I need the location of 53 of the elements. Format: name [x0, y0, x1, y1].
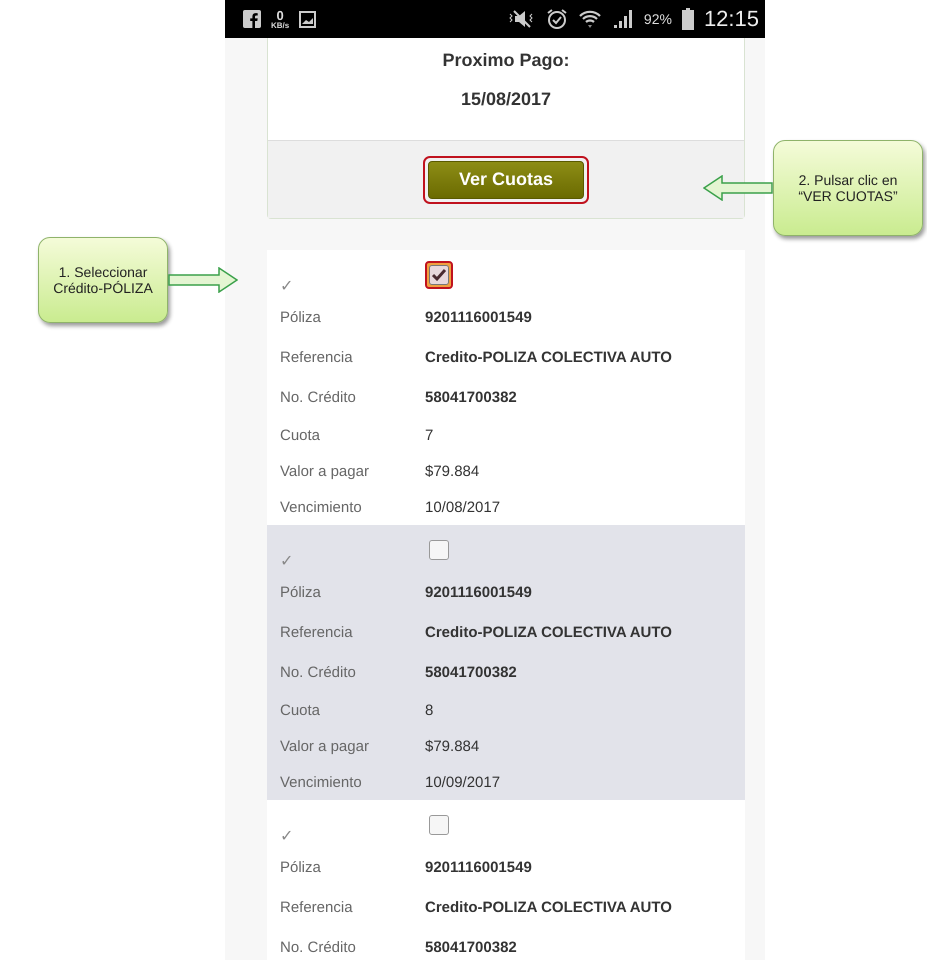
field-value: $79.884 — [425, 738, 480, 754]
field-label: No. Crédito — [280, 388, 357, 406]
field-label: Valor a pagar — [280, 738, 370, 754]
facebook-icon — [243, 10, 261, 28]
field-value: 9201116001549 — [425, 308, 533, 326]
field-label: Referencia — [280, 348, 354, 366]
field-label: No. Crédito — [280, 664, 357, 680]
wifi-icon — [578, 8, 602, 30]
field-label: Vencimiento — [280, 498, 363, 516]
check-mark: ✓ — [280, 828, 294, 846]
field-label: Póliza — [280, 308, 322, 326]
callout-note: 1. Seleccionar Crédito-PÓLIZA — [38, 237, 168, 323]
speed-unit: KB/s — [271, 22, 290, 30]
field-value: 58041700382 — [425, 388, 518, 406]
field-value: Credito-POLIZA COLECTIVA AUTO — [425, 898, 673, 916]
field-value: Credito-POLIZA COLECTIVA AUTO — [425, 348, 673, 366]
field-value: Credito-POLIZA COLECTIVA AUTO — [425, 624, 673, 640]
field-label: Póliza — [280, 858, 322, 876]
field-label: No. Crédito — [280, 938, 357, 956]
field-value: 58041700382 — [425, 664, 518, 680]
field-value: $79.884 — [425, 462, 480, 480]
field-label: Póliza — [280, 584, 322, 600]
field-value: 10/09/2017 — [425, 774, 502, 790]
field-label: Valor a pagar — [280, 462, 370, 480]
next-payment-title: Proximo Pago: — [442, 50, 570, 71]
field-value: 10/08/2017 — [425, 498, 502, 516]
field-label: Referencia — [280, 624, 354, 640]
field-value: 9201116001549 — [425, 858, 533, 876]
network-speed: 0 — [276, 8, 284, 22]
left-arrow-icon — [703, 175, 773, 201]
signal-icon — [612, 8, 634, 30]
field-value: 8 — [425, 702, 434, 718]
field-label: Referencia — [280, 898, 354, 916]
field-label: Vencimiento — [280, 774, 363, 790]
select-checkbox[interactable] — [429, 265, 449, 285]
field-value: 9201116001549 — [425, 584, 533, 600]
battery-percent: 92% — [644, 11, 672, 27]
callout-note: 2. Pulsar clic en “VER CUOTAS” — [773, 140, 923, 236]
battery-icon — [682, 8, 694, 30]
next-payment-date: 15/08/2017 — [460, 89, 552, 110]
field-value: 7 — [425, 426, 434, 444]
image-icon — [299, 10, 316, 28]
check-mark: ✓ — [280, 553, 294, 571]
select-checkbox[interactable] — [429, 815, 449, 835]
clock-time: 12:15 — [704, 6, 759, 32]
field-label: Cuota — [280, 426, 322, 444]
alarm-icon — [546, 8, 568, 30]
check-mark: ✓ — [280, 278, 294, 296]
select-checkbox[interactable] — [429, 540, 449, 560]
field-value: 58041700382 — [425, 938, 518, 956]
field-label: Cuota — [280, 702, 322, 718]
view-installments-button[interactable]: Ver Cuotas — [428, 160, 584, 198]
right-arrow-icon — [168, 267, 238, 293]
